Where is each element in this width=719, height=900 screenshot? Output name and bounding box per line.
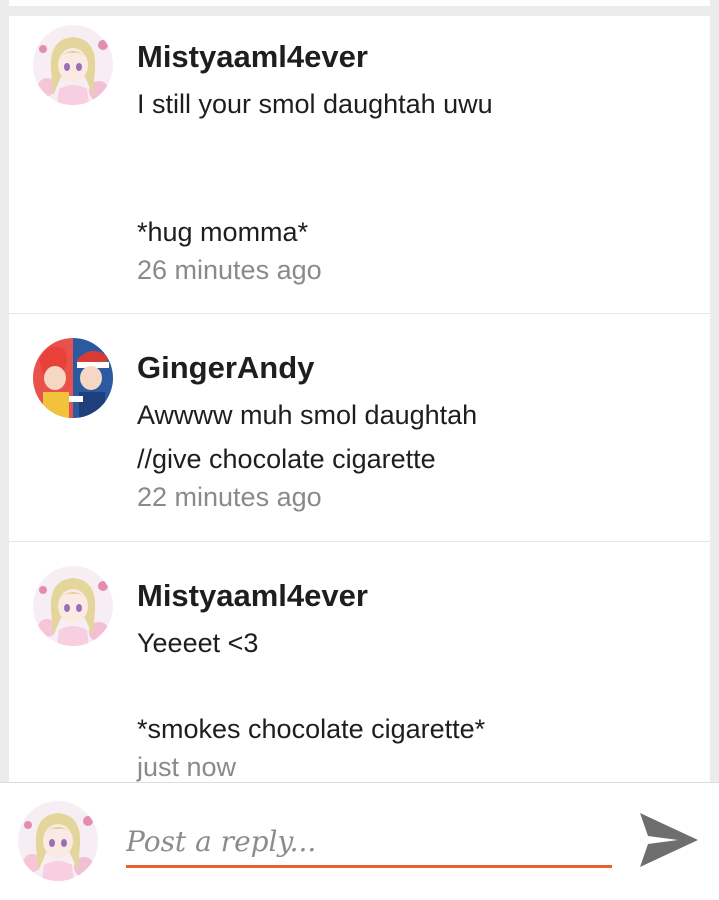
comment-text-line: Yeeeet <3 bbox=[137, 628, 259, 658]
current-user-avatar bbox=[18, 801, 98, 881]
comment-username[interactable]: Mistyaaml4ever bbox=[137, 578, 700, 614]
comment-feed[interactable]: Mistyaaml4ever I still your smol daughta… bbox=[9, 16, 710, 782]
comment-text-line: *hug momma* bbox=[137, 217, 309, 247]
reply-bar bbox=[0, 782, 719, 900]
comment-timestamp: 22 minutes ago bbox=[137, 482, 322, 512]
send-arrow-icon bbox=[640, 813, 698, 867]
comment-text-line bbox=[137, 120, 700, 152]
comment-item: GingerAndy Awwww muh smol daughtah //giv… bbox=[9, 314, 710, 542]
comment-text-line: I still your smol daughtah uwu bbox=[137, 89, 493, 119]
anime-girl-avatar-image bbox=[33, 25, 113, 105]
user-avatar[interactable] bbox=[33, 25, 113, 105]
anime-girl-avatar-image bbox=[18, 801, 98, 881]
comment-timestamp: just now bbox=[137, 752, 237, 782]
comment-item: Mistyaaml4ever Yeeeet <3 *smokes chocola… bbox=[9, 542, 710, 782]
comment-username[interactable]: Mistyaaml4ever bbox=[137, 39, 700, 75]
user-avatar[interactable] bbox=[33, 566, 113, 646]
comment-text-line: //give chocolate cigarette bbox=[137, 444, 436, 474]
comment-username[interactable]: GingerAndy bbox=[137, 350, 700, 386]
comment-item: Mistyaaml4ever I still your smol daughta… bbox=[9, 16, 710, 314]
anime-girl-avatar-image bbox=[33, 566, 113, 646]
previous-comment-card bbox=[9, 0, 710, 6]
reply-input[interactable] bbox=[126, 817, 612, 868]
send-button[interactable] bbox=[636, 809, 702, 871]
pokemon-duo-avatar-image bbox=[33, 338, 113, 418]
comment-text-line: *smokes chocolate cigarette* bbox=[137, 714, 486, 744]
comment-text-line bbox=[137, 659, 700, 691]
user-avatar[interactable] bbox=[33, 338, 113, 418]
comment-text-line bbox=[137, 152, 700, 184]
comment-text-line: Awwww muh smol daughtah bbox=[137, 400, 478, 430]
comment-timestamp: 26 minutes ago bbox=[137, 255, 322, 285]
